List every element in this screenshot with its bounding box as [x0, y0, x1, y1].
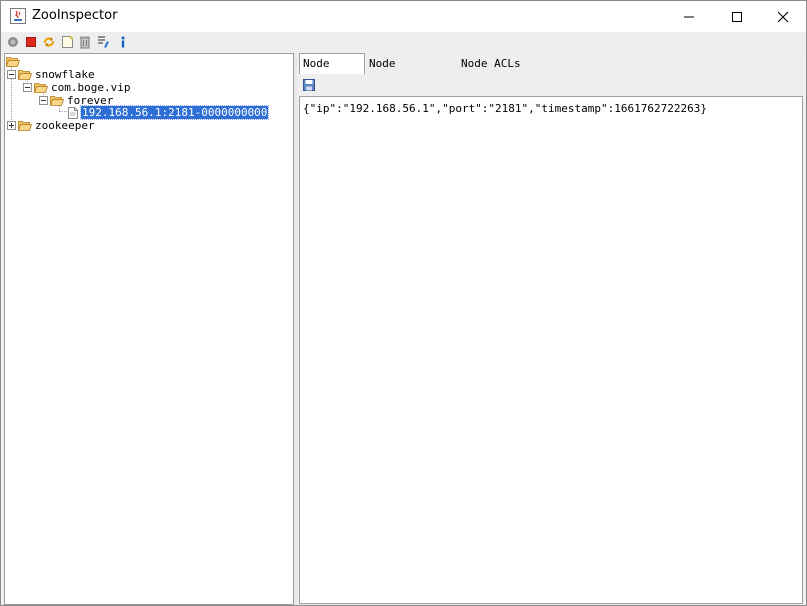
collapse-icon[interactable] — [23, 83, 32, 92]
minimize-icon — [684, 16, 694, 17]
info-icon[interactable] — [115, 34, 131, 50]
title-bar[interactable]: ZooInspector — [1, 1, 806, 32]
file-icon — [68, 106, 78, 119]
add-watch-icon[interactable] — [95, 34, 111, 50]
tree-node[interactable]: snowflake — [7, 68, 96, 81]
add-node-icon[interactable] — [59, 34, 75, 50]
refresh-icon[interactable] — [41, 34, 57, 50]
folder-open-icon — [34, 83, 48, 93]
tree-node[interactable]: zookeeper — [7, 119, 96, 132]
maximize-icon — [732, 11, 742, 22]
close-icon — [777, 11, 789, 22]
node-tree[interactable]: snowflake com.boge.vip forever 192.168.5… — [5, 54, 293, 604]
connect-icon[interactable] — [5, 34, 21, 50]
java-app-icon — [10, 8, 26, 24]
collapse-icon[interactable] — [39, 96, 48, 105]
tree-node-label[interactable]: snowflake — [34, 68, 96, 81]
zooinspector-window: ZooInspector snowflake com.boge.vip fore… — [0, 0, 807, 606]
node-data-content[interactable]: {"ip":"192.168.56.1","port":"2181","time… — [303, 102, 707, 115]
node-tree-panel[interactable]: snowflake com.boge.vip forever 192.168.5… — [4, 53, 294, 605]
collapse-icon[interactable] — [7, 70, 16, 79]
tab-node-acls[interactable]: Node ACLs — [458, 55, 524, 73]
toolbar — [1, 32, 806, 52]
minimize-button[interactable] — [666, 1, 712, 32]
node-viewer-panel: Node Data Node Metadata Node ACLs {"ip":… — [297, 53, 804, 605]
close-button[interactable] — [760, 1, 806, 32]
node-data-toolbar — [297, 74, 804, 96]
folder-open-icon — [50, 96, 64, 106]
folder-open-icon — [6, 57, 20, 67]
tree-node-selected[interactable]: 192.168.56.1:2181-0000000000 — [68, 105, 270, 120]
tree-node[interactable]: com.boge.vip — [23, 81, 131, 94]
disconnect-icon[interactable] — [23, 34, 39, 50]
tree-root[interactable] — [6, 55, 22, 68]
tab-node-data[interactable]: Node Data — [299, 53, 365, 90]
tree-node-label[interactable]: zookeeper — [34, 119, 96, 132]
tree-node-label[interactable]: com.boge.vip — [50, 81, 131, 94]
expand-icon[interactable] — [7, 121, 16, 130]
delete-node-icon[interactable] — [77, 34, 93, 50]
save-icon[interactable] — [303, 79, 315, 91]
window-title: ZooInspector — [32, 8, 118, 23]
tree-node-label[interactable]: 192.168.56.1:2181-0000000000 — [79, 105, 270, 120]
viewer-tabs: Node Data Node Metadata Node ACLs — [297, 53, 804, 90]
folder-open-icon — [18, 121, 32, 131]
folder-open-icon — [18, 70, 32, 80]
maximize-button[interactable] — [714, 1, 760, 32]
tree-connector — [59, 111, 67, 112]
tab-node-metadata[interactable]: Node Metadata — [366, 55, 456, 88]
node-data-editor[interactable]: {"ip":"192.168.56.1","port":"2181","time… — [299, 96, 803, 604]
